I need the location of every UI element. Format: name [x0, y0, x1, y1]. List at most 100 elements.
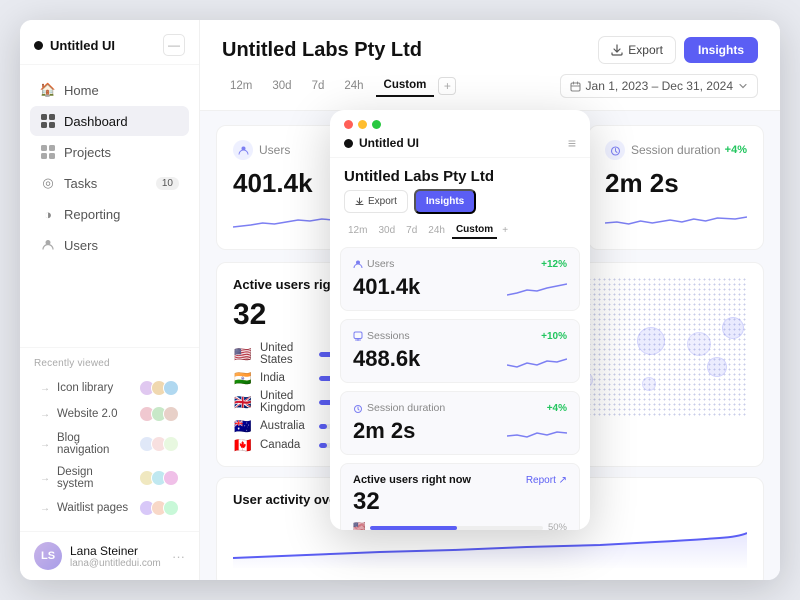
avatar [163, 500, 179, 516]
mobile-filter-30d[interactable]: 30d [374, 223, 399, 238]
time-filter-12m[interactable]: 12m [222, 76, 260, 96]
mobile-brand-dot [344, 139, 353, 148]
brand-dot [34, 41, 43, 50]
insights-button[interactable]: Insights [684, 37, 758, 63]
sidebar-item-projects[interactable]: Projects [30, 137, 189, 167]
mobile-stat-label: Session duration [353, 402, 445, 414]
mobile-filter-7d[interactable]: 7d [402, 223, 421, 238]
add-filter-button[interactable]: + [438, 77, 456, 95]
traffic-lights [330, 110, 590, 129]
mobile-stat-row: 488.6k [353, 346, 567, 372]
flag-us: 🇺🇸 [233, 347, 253, 361]
mobile-stat-header: Users +12% [353, 258, 567, 270]
duration-stat-icon [605, 140, 625, 160]
avatar [163, 380, 179, 396]
user-more-icon[interactable]: ··· [172, 549, 185, 564]
recent-item-icon-library[interactable]: → Icon library [34, 375, 185, 401]
recent-item-design[interactable]: → Design system [34, 461, 185, 495]
time-filters-left: 12m 30d 7d 24h Custom + [222, 75, 456, 97]
date-range-picker[interactable]: Jan 1, 2023 – Dec 31, 2024 [560, 74, 758, 98]
sidebar-item-tasks[interactable]: ◎ Tasks 10 [30, 168, 189, 198]
tasks-badge: 10 [156, 177, 179, 190]
avatar-stack [139, 436, 179, 452]
stat-header: Session duration +4% [605, 140, 747, 160]
mobile-export-button[interactable]: Export [344, 190, 408, 213]
mobile-sessions-icon [353, 331, 363, 341]
mobile-export-icon [355, 197, 364, 206]
avatar-stack [139, 470, 179, 486]
mobile-insights-button[interactable]: Insights [414, 189, 476, 214]
mobile-brand-row: Untitled UI ≡ [330, 129, 590, 158]
sidebar-item-dashboard[interactable]: Dashboard [30, 106, 189, 136]
flag-au: 🇦🇺 [233, 419, 253, 433]
flag-uk: 🇬🇧 [233, 395, 253, 409]
mobile-add-filter[interactable]: + [502, 225, 508, 236]
avatar [163, 436, 179, 452]
mobile-active-header: Active users right now Report ↗ [353, 474, 567, 486]
nav-section: 🏠 Home Dashboard [20, 65, 199, 261]
mobile-active-count: 32 [353, 488, 567, 516]
sidebar-item-label: Projects [64, 145, 111, 160]
map-bubble-asia [687, 332, 711, 356]
mobile-users-sparkline [507, 275, 567, 300]
stat-label: Session duration [605, 140, 720, 160]
sidebar-item-label: Users [64, 238, 98, 253]
sidebar-user[interactable]: LS Lana Steiner lana@untitledui.com ··· [20, 531, 199, 580]
map-bubble-eu [637, 327, 665, 355]
avatar [163, 470, 179, 486]
mobile-brand: Untitled UI [344, 136, 419, 150]
recent-item-blog[interactable]: → Blog navigation [34, 427, 185, 461]
mobile-stat-users: Users +12% 401.4k [340, 247, 580, 311]
recent-item-website[interactable]: → Website 2.0 [34, 401, 185, 427]
recent-item-waitlist[interactable]: → Waitlist pages [34, 495, 185, 521]
mobile-filter-24h[interactable]: 24h [424, 223, 449, 238]
sidebar-item-label: Reporting [64, 207, 120, 222]
mobile-filter-12m[interactable]: 12m [344, 223, 371, 238]
avatar [163, 406, 179, 422]
mobile-users-value: 401.4k [353, 274, 420, 300]
duration-stat-value: 2m 2s [605, 168, 747, 199]
country-name: United Kingdom [260, 390, 312, 414]
sidebar-item-label: Dashboard [64, 114, 128, 129]
brand-name: Untitled UI [50, 38, 115, 53]
sidebar-item-home[interactable]: 🏠 Home [30, 75, 189, 105]
time-filter-24h[interactable]: 24h [336, 76, 371, 96]
time-filter-7d[interactable]: 7d [304, 76, 333, 96]
sidebar-collapse-button[interactable]: — [163, 34, 185, 56]
avatar-stack [139, 406, 179, 422]
export-button[interactable]: Export [598, 36, 676, 64]
traffic-light-green [372, 120, 381, 129]
mobile-stat-row: 2m 2s [353, 418, 567, 444]
mobile-report-link[interactable]: Report ↗ [526, 475, 567, 486]
sidebar-item-label: Tasks [64, 176, 97, 191]
arrow-icon: → [40, 409, 50, 420]
time-filter-custom[interactable]: Custom [376, 75, 435, 97]
map-bubble-cn [722, 317, 744, 339]
home-icon: 🏠 [40, 82, 56, 98]
user-avatar: LS [34, 542, 62, 570]
mobile-duration-icon [353, 403, 363, 413]
arrow-icon: → [40, 503, 50, 514]
mobile-stat-duration: Session duration +4% 2m 2s [340, 391, 580, 455]
mobile-filter-custom[interactable]: Custom [452, 222, 497, 239]
mobile-window: Untitled UI ≡ Untitled Labs Pty Ltd Expo… [330, 110, 590, 530]
header-actions: Export Insights [598, 36, 758, 64]
map-bubble-af [642, 377, 656, 391]
sidebar: Untitled UI — 🏠 Home Dashboard [20, 20, 200, 580]
mobile-stat-sessions: Sessions +10% 488.6k [340, 319, 580, 383]
mobile-stat-row: 401.4k [353, 274, 567, 300]
country-bar [319, 424, 327, 429]
mobile-country-pct: 50% [548, 522, 567, 530]
mobile-stat-label: Users [353, 258, 394, 270]
recent-item-name: Icon library [57, 382, 132, 394]
traffic-light-yellow [358, 120, 367, 129]
mobile-menu-icon[interactable]: ≡ [568, 135, 576, 151]
country-name: United States [260, 342, 312, 366]
sidebar-item-reporting[interactable]: ◑ Reporting [30, 199, 189, 229]
mobile-duration-sparkline [507, 419, 567, 444]
export-icon [611, 44, 623, 56]
mobile-active-title: Active users right now [353, 474, 471, 486]
sidebar-item-users[interactable]: Users [30, 230, 189, 260]
time-filter-30d[interactable]: 30d [264, 76, 299, 96]
mobile-country-bar-wrap [370, 526, 543, 530]
